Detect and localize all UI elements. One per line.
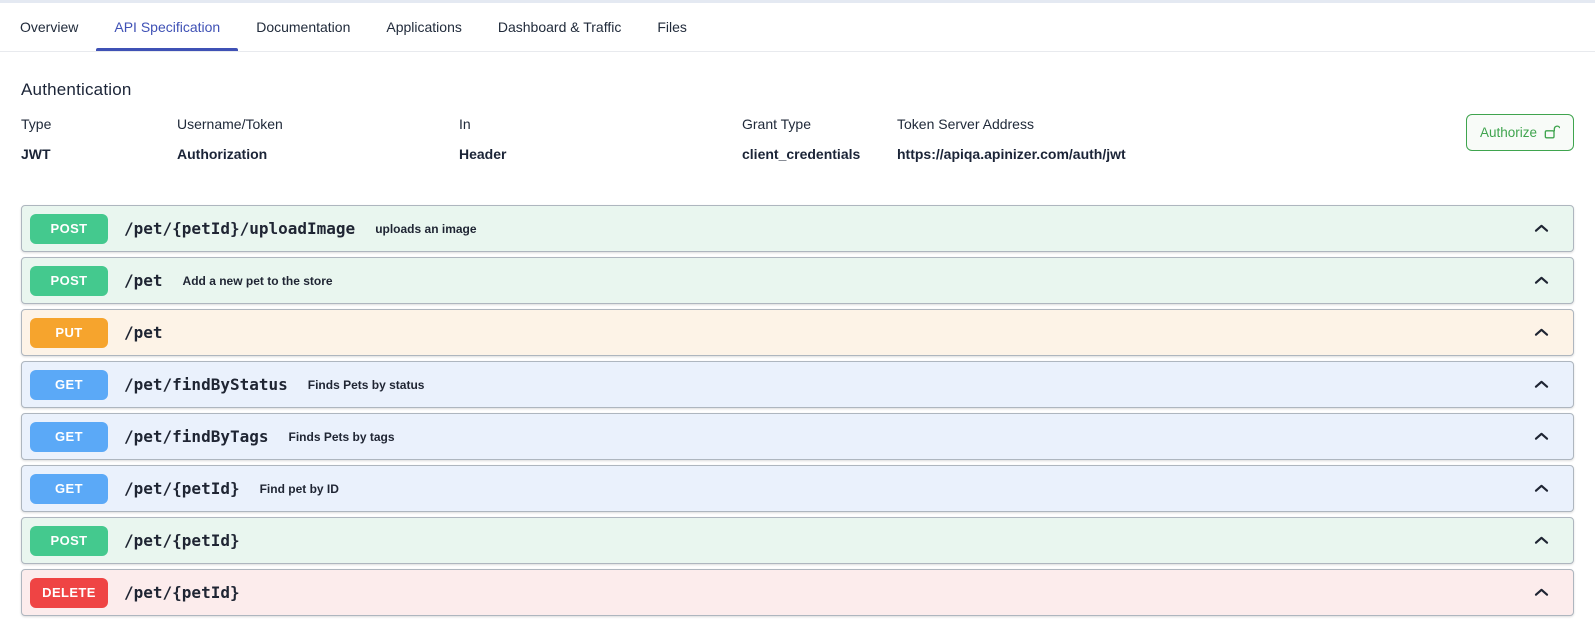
- endpoint-path: /pet/{petId}/uploadImage: [124, 219, 355, 238]
- method-badge: POST: [30, 266, 108, 296]
- tab-overview[interactable]: Overview: [2, 3, 96, 51]
- auth-fields: TypeUsername/TokenInGrant TypeToken Serv…: [21, 116, 1574, 162]
- tab-documentation[interactable]: Documentation: [238, 3, 368, 51]
- chevron-up-icon[interactable]: [1532, 427, 1551, 446]
- endpoint-row[interactable]: GET/pet/{petId} Find pet by ID: [21, 465, 1574, 512]
- auth-field-value-type: JWT: [21, 146, 177, 162]
- endpoint-row[interactable]: GET/pet/findByStatus Finds Pets by status: [21, 361, 1574, 408]
- endpoint-row[interactable]: DELETE/pet/{petId}: [21, 569, 1574, 616]
- method-badge: GET: [30, 422, 108, 452]
- unlock-icon: [1544, 124, 1560, 142]
- method-badge: PUT: [30, 318, 108, 348]
- authorize-button-label: Authorize: [1480, 125, 1537, 140]
- endpoint-row[interactable]: POST/pet/{petId}/uploadImage uploads an i…: [21, 205, 1574, 252]
- auth-field-label-type: Type: [21, 116, 177, 132]
- auth-field-label-username-token: Username/Token: [177, 116, 459, 132]
- endpoint-path: /pet/{petId}: [124, 531, 240, 550]
- chevron-up-icon[interactable]: [1532, 583, 1551, 602]
- method-badge: DELETE: [30, 578, 108, 608]
- authorize-button[interactable]: Authorize: [1466, 114, 1574, 151]
- authentication-title: Authentication: [21, 80, 1574, 100]
- auth-field-label-in: In: [459, 116, 742, 132]
- endpoint-list: POST/pet/{petId}/uploadImage uploads an i…: [21, 205, 1574, 616]
- tab-applications[interactable]: Applications: [368, 3, 480, 51]
- auth-field-value-username-token: Authorization: [177, 146, 459, 162]
- auth-field-value-grant-type: client_credentials: [742, 146, 897, 162]
- chevron-up-icon[interactable]: [1532, 531, 1551, 550]
- chevron-up-icon[interactable]: [1532, 479, 1551, 498]
- method-badge: POST: [30, 526, 108, 556]
- chevron-up-icon[interactable]: [1532, 219, 1551, 238]
- tab-dashboard-traffic[interactable]: Dashboard & Traffic: [480, 3, 639, 51]
- endpoint-description: uploads an image: [375, 222, 476, 236]
- endpoint-row[interactable]: GET/pet/findByTags Finds Pets by tags: [21, 413, 1574, 460]
- tab-files[interactable]: Files: [639, 3, 705, 51]
- page-content: Authentication TypeUsername/TokenInGrant…: [0, 80, 1595, 616]
- endpoint-row[interactable]: PUT/pet: [21, 309, 1574, 356]
- endpoint-description: Finds Pets by status: [308, 378, 425, 392]
- auth-field-label-grant-type: Grant Type: [742, 116, 897, 132]
- method-badge: GET: [30, 474, 108, 504]
- endpoint-path: /pet/findByStatus: [124, 375, 288, 394]
- endpoint-description: Finds Pets by tags: [289, 430, 395, 444]
- endpoint-row[interactable]: POST/pet Add a new pet to the store: [21, 257, 1574, 304]
- chevron-up-icon[interactable]: [1532, 323, 1551, 342]
- endpoint-path: /pet/findByTags: [124, 427, 269, 446]
- endpoint-row[interactable]: POST/pet/{petId}: [21, 517, 1574, 564]
- tab-bar: OverviewAPI SpecificationDocumentationAp…: [0, 3, 1595, 52]
- endpoint-description: Find pet by ID: [260, 482, 339, 496]
- endpoint-path: /pet/{petId}: [124, 479, 240, 498]
- endpoint-description: Add a new pet to the store: [183, 274, 333, 288]
- authentication-section: Authentication TypeUsername/TokenInGrant…: [21, 80, 1574, 162]
- tab-api-specification[interactable]: API Specification: [96, 3, 238, 51]
- endpoint-path: /pet: [124, 323, 163, 342]
- endpoint-path: /pet: [124, 271, 163, 290]
- auth-field-value-in: Header: [459, 146, 742, 162]
- method-badge: GET: [30, 370, 108, 400]
- endpoint-path: /pet/{petId}: [124, 583, 240, 602]
- method-badge: POST: [30, 214, 108, 244]
- chevron-up-icon[interactable]: [1532, 375, 1551, 394]
- chevron-up-icon[interactable]: [1532, 271, 1551, 290]
